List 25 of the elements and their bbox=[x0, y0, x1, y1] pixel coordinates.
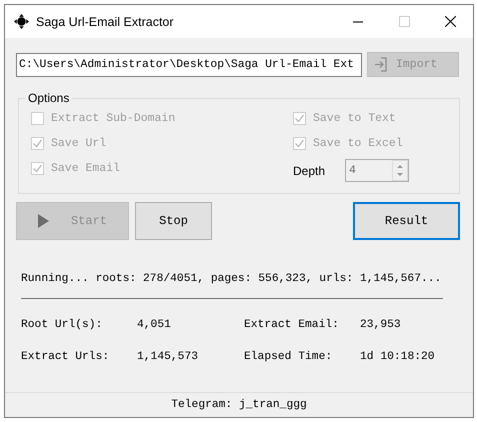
stat-label: Elapsed Time: bbox=[244, 350, 334, 364]
window-title: Saga Url-Email Extractor bbox=[36, 14, 175, 28]
check-icon bbox=[294, 112, 305, 124]
stat-value: 4,051 bbox=[137, 318, 172, 332]
stat-label: Root Url(s): bbox=[21, 318, 104, 332]
action-button[interactable]: Stop bbox=[135, 202, 212, 240]
group-title: Options bbox=[27, 91, 70, 105]
import-icon bbox=[374, 57, 388, 72]
depth-label: Depth bbox=[293, 164, 326, 178]
stat-label: Extract Email: bbox=[244, 318, 340, 332]
stat-value: 1,145,573 bbox=[137, 350, 200, 364]
check-icon bbox=[32, 162, 43, 174]
stat-label: Extract Urls: bbox=[21, 350, 110, 364]
path-field[interactable]: C:\Users\Administrator\Desktop\Saga Url-Email Ext bbox=[16, 52, 362, 76]
stat-value: 23,953 bbox=[360, 318, 402, 332]
status-text: Running... roots: 278/4051, pages: 556,323, urls: 1,145,567... bbox=[21, 273, 442, 285]
play-icon bbox=[38, 214, 49, 228]
close-icon bbox=[444, 16, 456, 27]
app-logo-icon bbox=[14, 14, 29, 29]
stat-value: 1d 10:18:20 bbox=[360, 350, 436, 364]
maximize-icon bbox=[398, 16, 410, 27]
telegram-contact: Telegram: j_tran_ggg bbox=[171, 399, 307, 411]
check-icon bbox=[32, 138, 43, 148]
action-button[interactable]: Result bbox=[353, 202, 460, 240]
check-icon bbox=[294, 138, 305, 148]
